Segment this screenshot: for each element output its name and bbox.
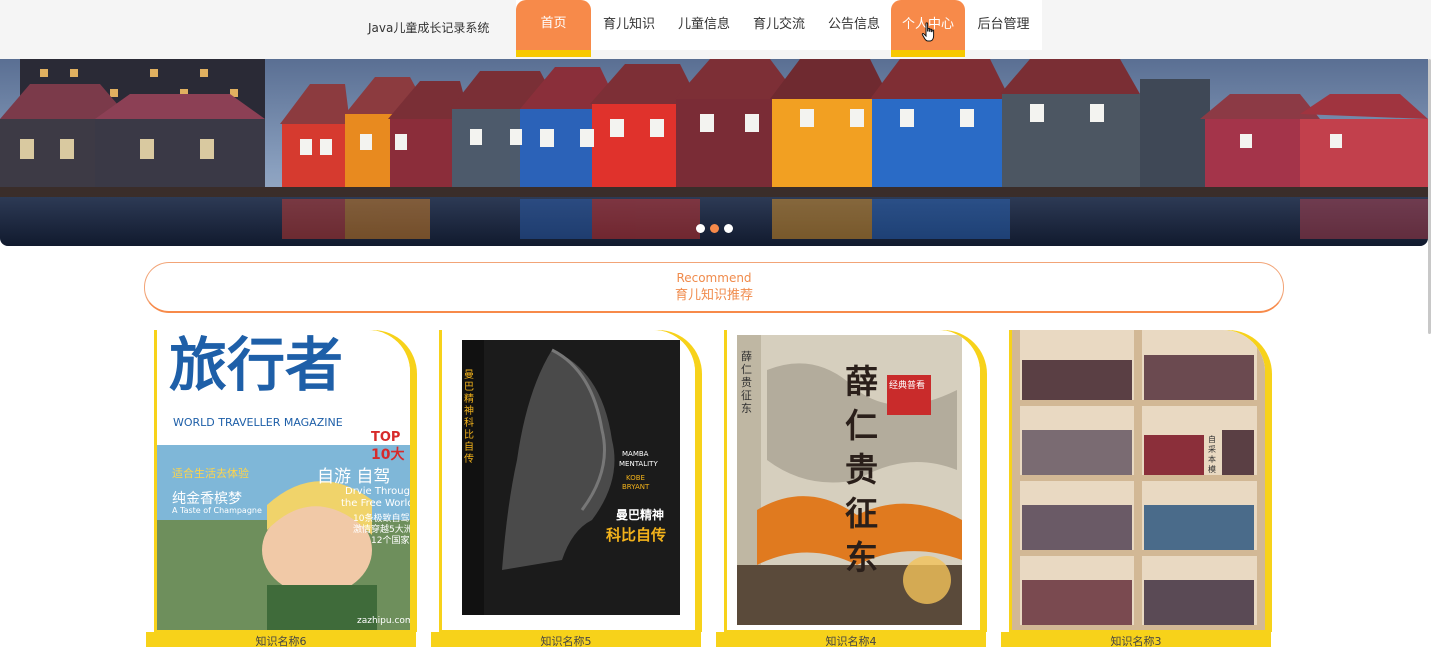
book-spine: 薛仁贵征东 bbox=[741, 350, 752, 415]
nav-parenting-forum[interactable]: 育儿交流 bbox=[741, 0, 817, 50]
banner-image bbox=[0, 59, 1428, 246]
magazine-left-line-2: 纯金香槟梦 bbox=[172, 491, 242, 507]
book-badge: 经典普看 bbox=[889, 381, 926, 391]
magazine-left-line-1: 适合生活去体验 bbox=[172, 467, 249, 480]
magazine-badge-2: 10大 bbox=[371, 447, 405, 463]
nav-admin[interactable]: 后台管理 bbox=[965, 0, 1042, 50]
section-title-en: Recommend bbox=[676, 271, 752, 285]
hand-cursor-icon bbox=[921, 22, 935, 42]
magazine-subtitle: WORLD TRAVELLER MAGAZINE bbox=[173, 416, 343, 429]
knowledge-card[interactable]: 自采本模 知识名称3 bbox=[1001, 330, 1272, 647]
banner-dot-1[interactable] bbox=[696, 224, 705, 233]
banner-dot-3[interactable] bbox=[724, 224, 733, 233]
magazine-badge: TOP bbox=[371, 430, 401, 445]
nav-child-info[interactable]: 儿童信息 bbox=[667, 0, 741, 50]
site-title: Java儿童成长记录系统 bbox=[368, 21, 490, 35]
card-cover-image[interactable]: 旅行者 WORLD TRAVELLER MAGAZINE TOP 10大 自游 … bbox=[157, 330, 410, 630]
magazine-site: zazhipu.com bbox=[357, 616, 410, 626]
magazine-line-3: the Free World bbox=[341, 498, 410, 509]
book-small-1: MAMBA bbox=[622, 450, 649, 458]
magazine-line-6: 12个国家 bbox=[371, 536, 410, 546]
page: Java儿童成长记录系统 首页 育儿知识 儿童信息 育儿交流 公告信息 个人中心… bbox=[0, 0, 1431, 647]
shelf-sign: 自采本模 bbox=[1208, 435, 1216, 474]
magazine-line-2: Drvie Through bbox=[345, 486, 410, 497]
recommend-section-header: Recommend 育儿知识推荐 bbox=[144, 262, 1284, 313]
knowledge-card[interactable]: 曼巴精神 科比自传 MAMBA MENTALITY KOBE BRYANT 曼巴… bbox=[431, 330, 702, 647]
card-cover-image[interactable]: 自采本模 bbox=[1012, 330, 1265, 630]
bookshelf-image bbox=[1012, 330, 1265, 630]
card-title[interactable]: 知识名称4 bbox=[716, 632, 986, 647]
book-title-1: 曼巴精神 bbox=[616, 508, 665, 522]
card-cover-image[interactable]: 曼巴精神 科比自传 MAMBA MENTALITY KOBE BRYANT 曼巴… bbox=[442, 330, 695, 630]
card-title[interactable]: 知识名称3 bbox=[1001, 632, 1271, 647]
card-title[interactable]: 知识名称5 bbox=[431, 632, 701, 647]
card-cover-image[interactable]: 薛仁贵征东 经典普看 薛仁贵征东 bbox=[727, 330, 980, 630]
section-title-cn: 育儿知识推荐 bbox=[674, 288, 753, 303]
banner-dot-2[interactable] bbox=[710, 224, 719, 233]
nav-parenting-knowledge[interactable]: 育儿知识 bbox=[591, 0, 667, 50]
top-navigation-bar: Java儿童成长记录系统 首页 育儿知识 儿童信息 育儿交流 公告信息 个人中心… bbox=[0, 0, 1431, 59]
book-title: 薛仁贵征东 bbox=[845, 362, 878, 577]
magazine-left-line-3: A Taste of Champagne bbox=[172, 506, 262, 515]
book-small-3: KOBE bbox=[626, 474, 645, 482]
nav-home[interactable]: 首页 bbox=[516, 0, 591, 57]
main-nav: 首页 育儿知识 儿童信息 育儿交流 公告信息 个人中心 后台管理 bbox=[516, 0, 1042, 57]
kobe-book-cover bbox=[442, 330, 695, 630]
knowledge-card[interactable]: 薛仁贵征东 经典普看 薛仁贵征东 知识名称4 bbox=[716, 330, 987, 647]
book-small-4: BRYANT bbox=[622, 483, 650, 491]
knowledge-card[interactable]: 旅行者 WORLD TRAVELLER MAGAZINE TOP 10大 自游 … bbox=[146, 330, 417, 647]
hero-banner[interactable] bbox=[0, 59, 1428, 246]
book-title-2: 科比自传 bbox=[606, 526, 667, 544]
card-title[interactable]: 知识名称6 bbox=[146, 632, 416, 647]
book-small-2: MENTALITY bbox=[619, 460, 658, 468]
magazine-headline: 自游 自驾 bbox=[317, 467, 391, 487]
book-spine: 曼巴精神 科比自传 bbox=[464, 370, 474, 465]
magazine-title: 旅行者 bbox=[169, 331, 344, 399]
banner-pagination bbox=[696, 224, 733, 233]
nav-announcements[interactable]: 公告信息 bbox=[817, 0, 891, 50]
